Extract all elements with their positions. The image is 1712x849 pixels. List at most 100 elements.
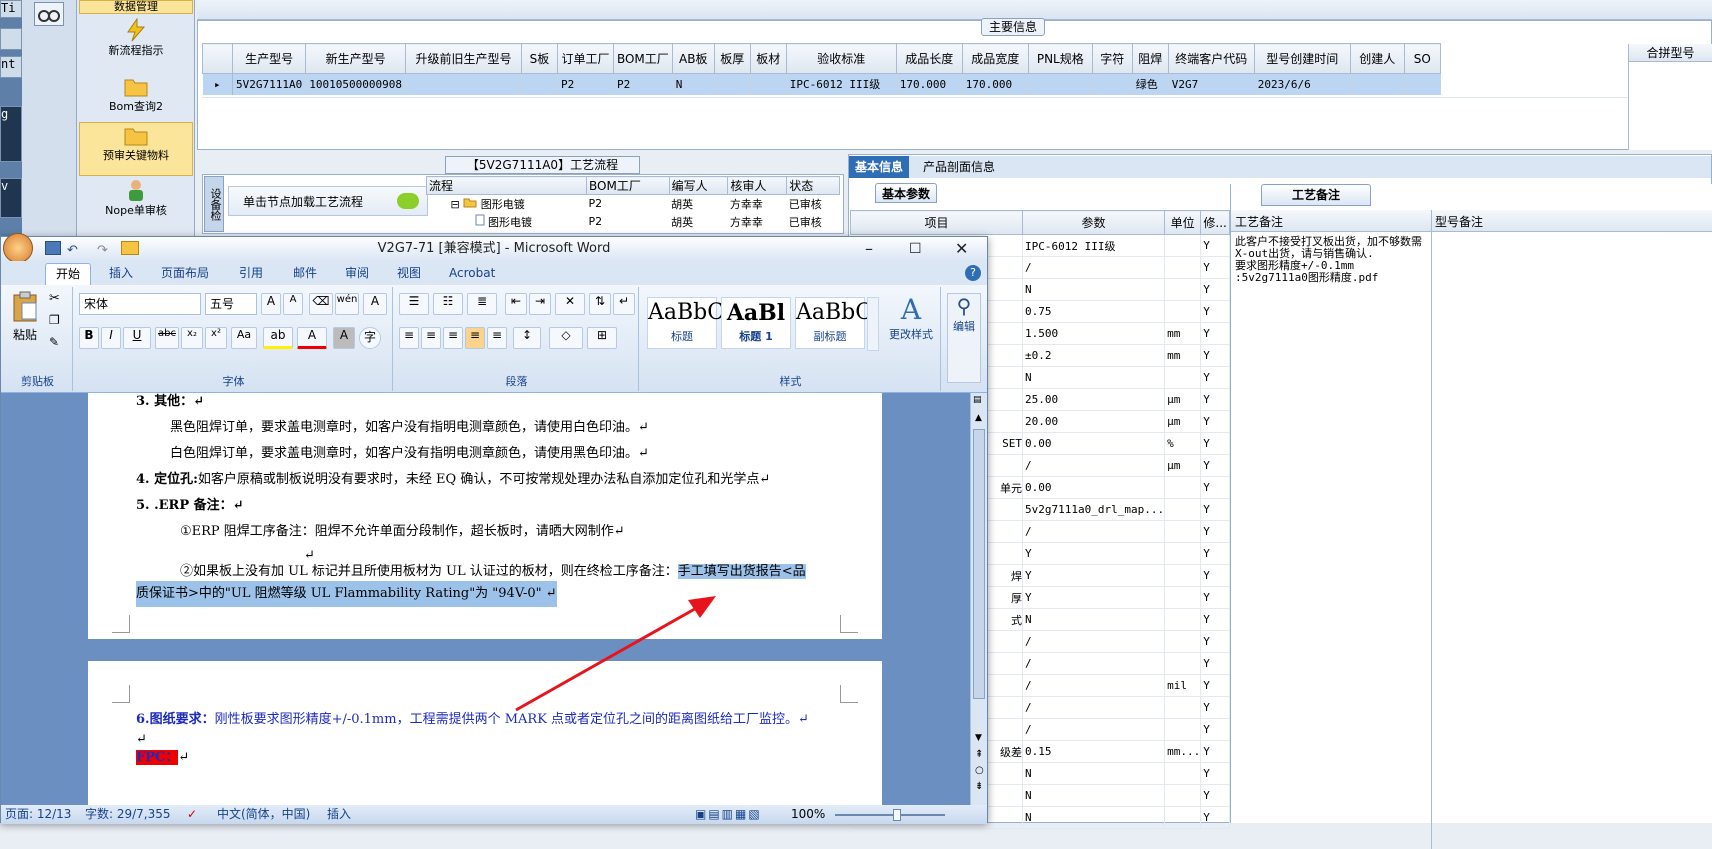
grid-cell[interactable]: 0.00 <box>1022 476 1166 499</box>
maximize-button[interactable]: ☐ <box>909 237 922 261</box>
grid-cell[interactable] <box>1164 520 1202 543</box>
grid-cell[interactable] <box>1164 300 1202 323</box>
grid-cell[interactable] <box>1164 542 1202 565</box>
grid-cell[interactable] <box>1164 366 1202 389</box>
grow-font-button[interactable]: A <box>261 293 281 315</box>
grid-cell[interactable]: Y <box>1200 542 1230 565</box>
row-selector[interactable]: ▸ <box>202 73 233 95</box>
grid-cell[interactable]: Y <box>1200 410 1230 433</box>
column-header[interactable]: 升级前旧生产型号 <box>404 43 522 74</box>
scroll-thumb[interactable] <box>973 429 985 699</box>
selected-text[interactable]: 手工填写出货报告<品 <box>677 564 806 579</box>
styles-scroll[interactable] <box>867 297 879 351</box>
table-cell[interactable]: IPC-6012 III级 <box>786 73 897 95</box>
column-header[interactable]: BOM工厂 <box>612 43 673 74</box>
grid-cell[interactable]: Y <box>1200 784 1230 807</box>
insert-mode[interactable]: 插入 <box>327 805 351 824</box>
document-page[interactable]: 6.图纸要求：刚性板要求图形精度+/-0.1mm，工程需提供两个 MARK 点或… <box>88 661 882 811</box>
nav-item-new-flow[interactable]: 新流程指示 <box>79 18 193 66</box>
grid-cell[interactable]: Y <box>1200 498 1230 521</box>
grid-cell[interactable]: Y <box>1200 586 1230 609</box>
zoom-level[interactable]: 100% <box>791 805 825 824</box>
table-cell[interactable]: N <box>672 73 715 95</box>
grid-cell[interactable]: Y <box>1200 388 1230 411</box>
grid-cell[interactable]: N <box>1022 784 1166 807</box>
table-cell[interactable] <box>1350 73 1405 95</box>
column-header[interactable]: 验收标准 <box>785 43 897 74</box>
grid-cell[interactable]: N <box>1022 278 1166 301</box>
document-page[interactable]: 3. 其他：↵ 黑色阻焊订单，要求盖电测章时，如客户没有指明电测章颜色，请使用白… <box>88 393 882 639</box>
zoom-slider-thumb[interactable] <box>893 809 901 821</box>
grid-cell[interactable] <box>1164 586 1202 609</box>
scroll-up-arrow[interactable]: ▲ <box>975 413 982 423</box>
flow-col-header[interactable]: 核审人 <box>727 176 788 195</box>
grid-cell[interactable]: 5v2g7111a0_drl_map... <box>1022 498 1166 521</box>
grid-cell[interactable]: / <box>1022 696 1166 719</box>
grid-cell[interactable]: 1.500 <box>1022 322 1166 345</box>
grid-cell[interactable]: Y <box>1200 696 1230 719</box>
style-heading1[interactable]: AaBl 标题 1 <box>721 297 791 349</box>
cut-icon[interactable]: ✂ <box>49 291 60 306</box>
align-center-button[interactable]: ≡ <box>421 327 441 349</box>
flow-col-header[interactable]: BOM工厂 <box>586 176 670 195</box>
tab-references[interactable]: 引用 <box>229 263 273 285</box>
grid-cell[interactable]: mm... <box>1164 740 1202 763</box>
grid-col-header[interactable]: 参数 <box>1021 210 1166 235</box>
grid-cell[interactable]: N <box>1022 762 1166 785</box>
change-case-button[interactable]: Aa <box>231 327 257 349</box>
minimize-button[interactable]: – <box>865 237 873 261</box>
grid-cell[interactable]: N <box>1022 806 1166 829</box>
column-header[interactable]: 终端客户代码 <box>1167 43 1255 74</box>
column-header[interactable]: PNL规格 <box>1027 43 1093 74</box>
table-cell[interactable] <box>1404 73 1441 95</box>
language[interactable]: 中文(简体，中国) <box>217 805 310 824</box>
tab-page-layout[interactable]: 页面布局 <box>151 263 219 285</box>
column-header[interactable]: 新生产型号 <box>305 43 406 74</box>
grid-cell[interactable]: Y <box>1200 234 1230 257</box>
flow-col-header[interactable]: 编写人 <box>668 176 729 195</box>
process-note-text[interactable]: 此客户不接受打叉板出货，加不够数需X-out出货，请与销售确认. 要求图形精度+… <box>1235 236 1425 284</box>
table-cell[interactable] <box>521 73 558 95</box>
select-browse-icon[interactable]: ○ <box>975 765 984 776</box>
ruler-icon[interactable]: ▤ <box>973 395 982 405</box>
open-icon[interactable] <box>121 241 139 255</box>
redo-icon[interactable]: ↷ <box>97 239 108 263</box>
grid-cell[interactable]: / <box>1022 718 1166 741</box>
prev-page-icon[interactable]: ⇞ <box>975 749 983 760</box>
multilevel-list-button[interactable]: ≣ <box>467 293 497 315</box>
grid-cell[interactable]: Y <box>1200 454 1230 477</box>
grid-cell[interactable]: Y <box>1200 300 1230 323</box>
grid-cell[interactable]: Y <box>1022 586 1166 609</box>
flow-hint[interactable]: 单击节点加载工艺流程 <box>228 186 428 216</box>
copy-icon[interactable]: ❐ <box>49 313 60 327</box>
grid-cell[interactable]: 25.00 <box>1022 388 1166 411</box>
grid-cell[interactable]: μm <box>1164 454 1202 477</box>
strikethrough-button[interactable]: abc <box>155 327 179 349</box>
align-left-button[interactable]: ≡ <box>399 327 419 349</box>
grid-cell[interactable]: ±0.2 <box>1022 344 1166 367</box>
grid-cell[interactable]: Y <box>1200 630 1230 653</box>
grid-cell[interactable] <box>1164 784 1202 807</box>
superscript-button[interactable]: x² <box>205 327 227 349</box>
tab-basic-params[interactable]: 基本参数 <box>875 183 938 203</box>
tab-insert[interactable]: 插入 <box>99 263 143 285</box>
chinese-layout-button[interactable]: ✕ <box>555 293 585 315</box>
column-header[interactable]: 成品宽度 <box>961 43 1029 74</box>
table-cell[interactable]: 2023/6/6 <box>1254 73 1351 95</box>
column-header[interactable]: 生产型号 <box>231 43 307 74</box>
grid-cell[interactable]: Y <box>1200 762 1230 785</box>
column-header[interactable]: 板材 <box>749 43 787 74</box>
font-name-select[interactable]: 宋体 <box>79 293 201 315</box>
grid-cell[interactable]: % <box>1164 432 1202 455</box>
line-spacing-button[interactable]: ↕ <box>513 327 541 349</box>
shading-button[interactable]: ◇ <box>549 327 583 349</box>
vertical-scrollbar[interactable]: ▤ ▲ ▼ ⇞ ○ ⇟ <box>970 393 987 805</box>
grid-col-header[interactable]: 修... <box>1200 210 1230 235</box>
change-styles-button[interactable]: A 更改样式 <box>883 293 939 357</box>
tab-process-note[interactable]: 工艺备注 <box>1261 184 1371 206</box>
grid-cell[interactable]: Y <box>1200 674 1230 697</box>
column-header[interactable]: SO <box>1403 43 1441 74</box>
decrease-indent-button[interactable]: ⇤ <box>505 293 527 315</box>
grid-cell[interactable] <box>1164 696 1202 719</box>
highlight-button[interactable]: ab <box>263 327 293 349</box>
